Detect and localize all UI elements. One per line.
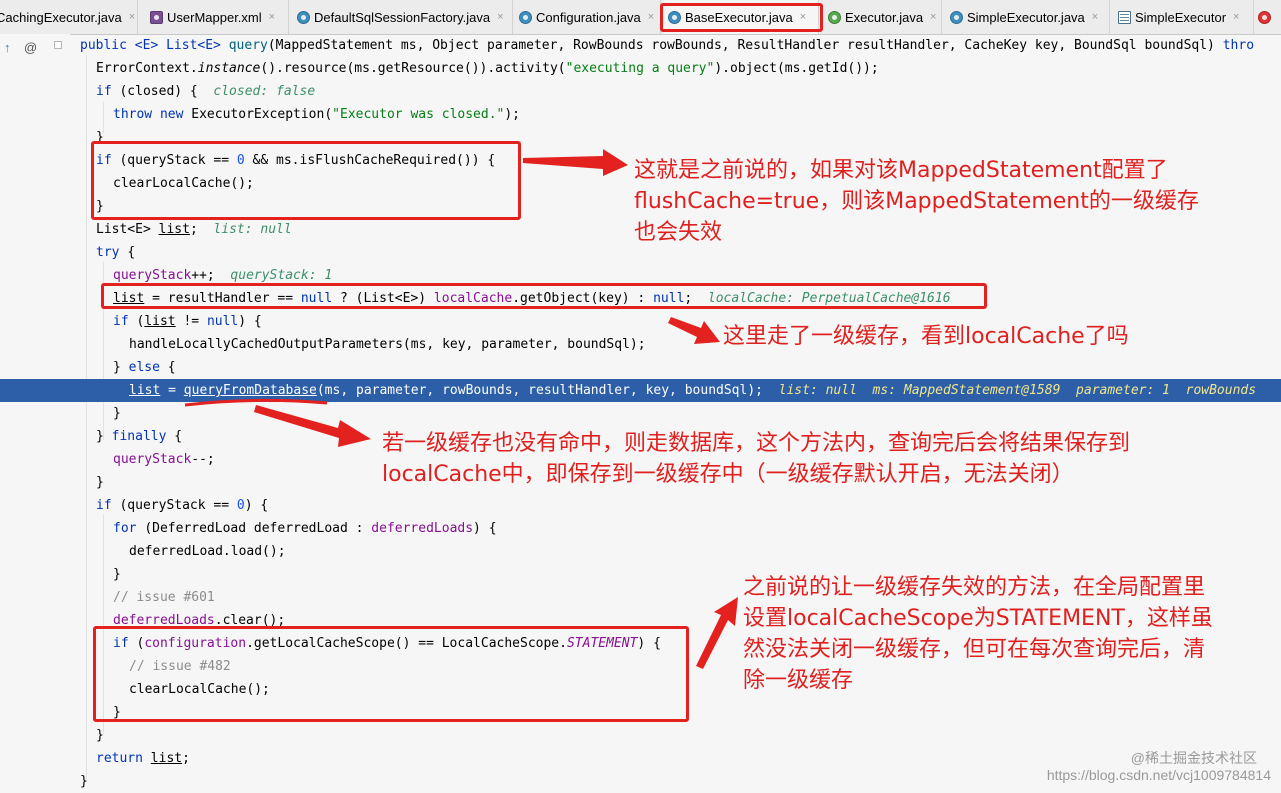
code-line: }	[113, 406, 121, 421]
annotation-flush-cache: 这就是之前说的，如果对该MappedStatement配置了 flushCach…	[634, 158, 1199, 245]
java-class-icon	[297, 10, 310, 24]
close-icon[interactable]: ×	[1233, 11, 1239, 23]
code-line: throw new ExecutorException("Executor wa…	[113, 107, 521, 122]
code-line: }	[96, 130, 104, 145]
close-icon[interactable]: ×	[648, 11, 654, 23]
tab-user-mapper-xml[interactable]: UserMapper.xml ×	[146, 0, 289, 34]
close-icon[interactable]: ×	[269, 11, 275, 23]
tab-label: Configuration.java	[536, 9, 641, 25]
code-line-method-signature: public <E> List<E> query(MappedStatement…	[80, 38, 1255, 53]
tab-simple-executor-java[interactable]: SimpleExecutor.java ×	[946, 0, 1110, 34]
tab-configuration[interactable]: Configuration.java ×	[515, 0, 661, 34]
tab-label: UserMapper.xml	[167, 9, 262, 25]
tab-label: SimpleExecutor.java	[967, 9, 1085, 25]
java-interface-icon	[828, 10, 841, 24]
structure-icon	[1118, 10, 1131, 24]
tab-label: CachingExecutor.java	[0, 9, 122, 25]
tab-base-executor[interactable]: BaseExecutor.java ×	[664, 0, 819, 34]
tab-caching-executor[interactable]: CachingExecutor.java ×	[0, 0, 138, 34]
tab-label: DefaultSqlSessionFactory.java	[314, 9, 491, 25]
inline-debug-value: queryStack: 1	[230, 268, 333, 283]
code-line-local-cache-lookup: list = resultHandler == null ? (List<E>)…	[113, 291, 951, 306]
java-class-icon	[668, 10, 681, 24]
inline-debug-value: list: null	[213, 222, 292, 237]
xml-file-icon	[150, 10, 163, 24]
inline-debug-value: closed: false	[213, 84, 316, 99]
code-line: } else {	[113, 360, 176, 375]
java-class-icon	[950, 10, 963, 24]
watermark-juejin: @稀土掘金技术社区	[1130, 750, 1257, 766]
tab-simple-executor-structure[interactable]: SimpleExecutor ×	[1114, 0, 1254, 34]
current-execution-line: list = queryFromDatabase(ms, parameter, …	[0, 379, 1281, 402]
code-line: deferredLoad.load();	[129, 544, 286, 559]
tab-default-sql-session-factory[interactable]: DefaultSqlSessionFactory.java ×	[293, 0, 513, 34]
code-line: ErrorContext.instance().resource(ms.getR…	[96, 61, 879, 76]
code-line: }	[113, 705, 121, 720]
tab-label: Executor.java	[845, 9, 924, 25]
code-line: }	[96, 728, 104, 743]
editor-tab-bar: CachingExecutor.java × UserMapper.xml × …	[0, 0, 1281, 35]
close-icon[interactable]: ×	[930, 11, 936, 23]
annotation-local-cache-scope: 之前说的让一级缓存失效的方法，在全局配置里 设置localCacheScope为…	[743, 575, 1213, 693]
inline-debug-value: list: null ms: MappedStatement@1589 para…	[778, 383, 1257, 398]
tab-label: SimpleExecutor	[1135, 9, 1227, 25]
java-class-icon	[519, 10, 532, 24]
watermark-url: https://blog.csdn.net/vcj1009784814	[1046, 767, 1271, 783]
code-line: if (queryStack == 0) {	[96, 498, 269, 513]
tab-label: BaseExecutor.java	[685, 9, 793, 25]
close-icon[interactable]: ×	[497, 11, 503, 23]
inline-debug-value: localCache: PerpetualCache@1616	[707, 291, 951, 306]
annotation-local-cache: 这里走了一级缓存，看到localCache了吗	[723, 324, 1129, 349]
close-icon[interactable]: ×	[129, 11, 135, 23]
code-line: queryStack++; queryStack: 1	[113, 268, 333, 283]
tab-overflow[interactable]	[1254, 0, 1281, 34]
close-icon[interactable]: ×	[800, 11, 806, 23]
code-line: for (DeferredLoad deferredLoad : deferre…	[113, 521, 497, 536]
tab-executor[interactable]: Executor.java ×	[824, 0, 942, 34]
close-icon[interactable]: ×	[1092, 11, 1098, 23]
java-class-icon	[1258, 10, 1271, 24]
code-line: if (closed) { closed: false	[96, 84, 316, 99]
annotation-query-database: 若一级缓存也没有命中，则走数据库，这个方法内，查询完后会将结果保存到 local…	[382, 431, 1131, 487]
